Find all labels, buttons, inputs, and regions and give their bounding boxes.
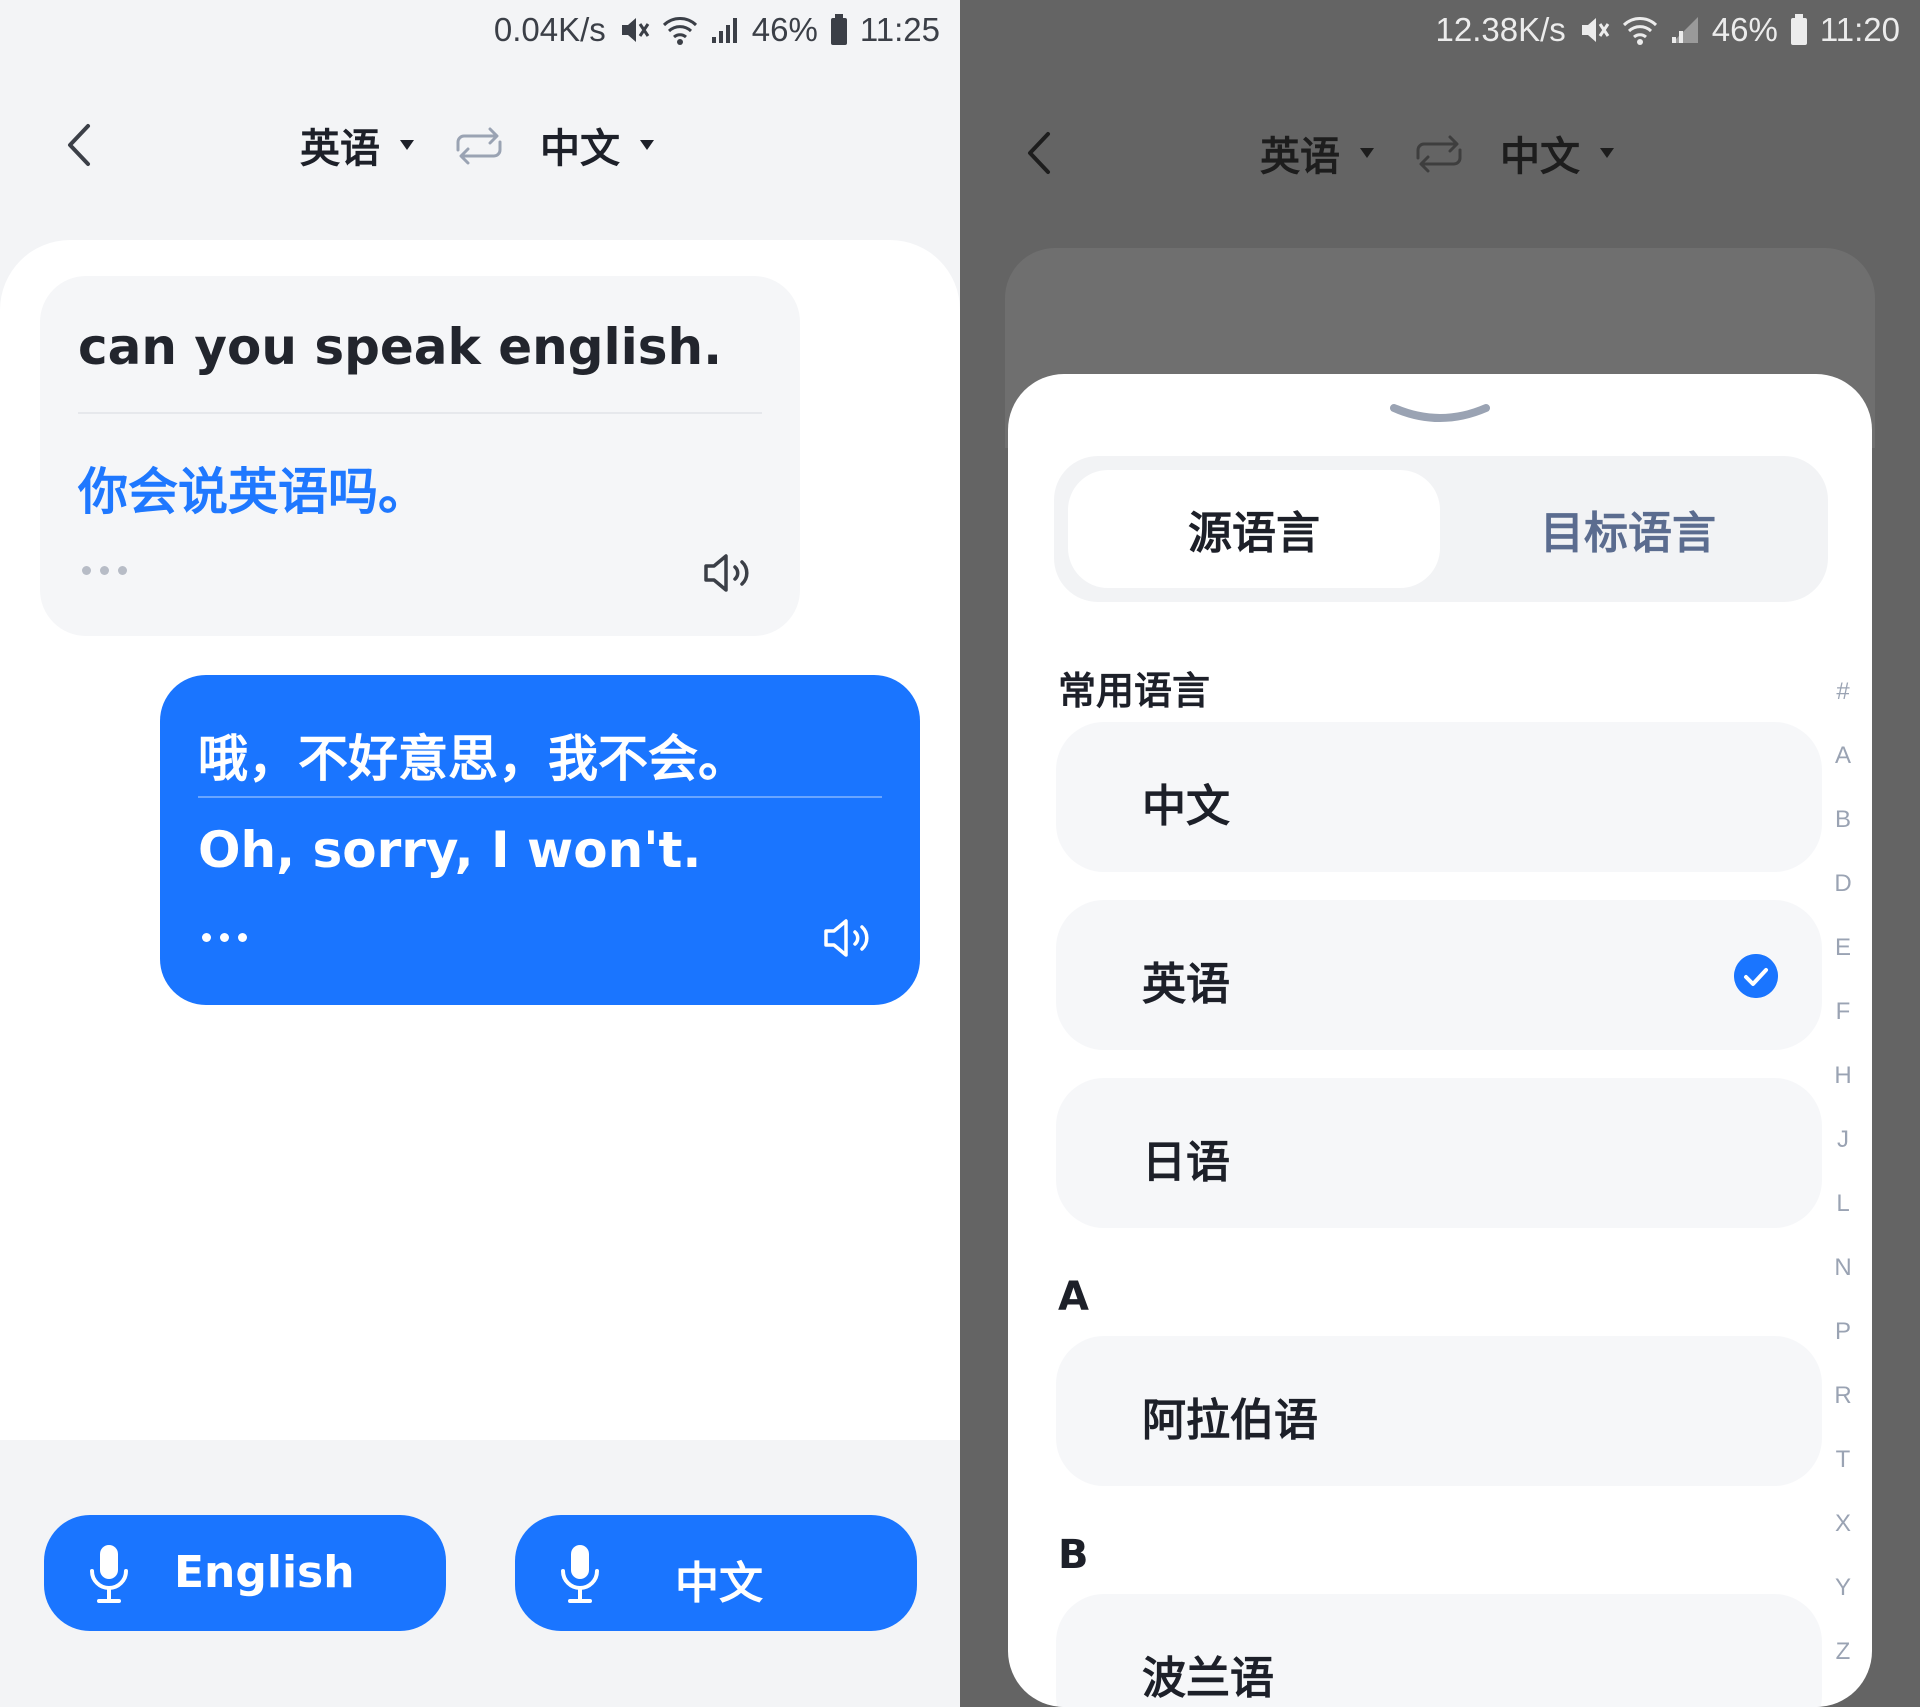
language-item-polish[interactable]: 波兰语 [1056, 1594, 1822, 1707]
back-icon[interactable] [1020, 130, 1060, 176]
wifi-icon [662, 17, 697, 45]
battery-icon [830, 14, 847, 45]
network-speed: 0.04K/s [493, 11, 606, 48]
mic-english-label: English [174, 1547, 355, 1598]
speaker-icon[interactable] [702, 550, 754, 596]
target-language-select[interactable]: 中文 [1500, 124, 1614, 182]
index-letter[interactable]: X [1820, 1510, 1866, 1574]
signal-icon [711, 18, 737, 43]
language-name: 中文 [1142, 781, 1230, 832]
more-options-icon[interactable] [202, 933, 247, 942]
language-name: 阿拉伯语 [1142, 1395, 1318, 1446]
language-item-japanese[interactable]: 日语 [1056, 1078, 1822, 1228]
speaker-icon[interactable] [822, 915, 874, 961]
target-language-label: 中文 [540, 126, 620, 172]
status-bar: 12.38K/s 46% 11:20 [1436, 10, 1900, 50]
tab-source-language[interactable]: 源语言 [1068, 470, 1440, 588]
signal-icon [1671, 17, 1698, 43]
tab-target-language[interactable]: 目标语言 [1442, 470, 1814, 588]
common-languages-heading: 常用语言 [1058, 669, 1211, 713]
checkmark-icon [1734, 954, 1778, 998]
section-letter-b: B [1058, 1532, 1089, 1578]
language-item-arabic[interactable]: 阿拉伯语 [1056, 1336, 1822, 1486]
back-icon[interactable] [60, 122, 100, 168]
message-bubble-incoming[interactable]: can you speak english. 你会说英语吗。 [40, 276, 800, 636]
caret-down-icon [400, 140, 414, 150]
language-header: 英语 中文 [960, 108, 1920, 198]
index-letter[interactable]: # [1820, 678, 1866, 742]
divider [78, 412, 762, 414]
language-type-tabs: 源语言 目标语言 [1054, 456, 1828, 602]
message-translation-text: Oh, sorry, I won't. [198, 821, 702, 879]
index-letter[interactable]: H [1820, 1062, 1866, 1126]
collapse-handle-icon[interactable] [1388, 400, 1492, 430]
source-language-label: 英语 [300, 126, 380, 172]
index-letter[interactable]: P [1820, 1318, 1866, 1382]
swap-icon[interactable] [452, 124, 506, 168]
index-letter[interactable]: N [1820, 1254, 1866, 1318]
mute-icon [1581, 18, 1610, 42]
language-item-english[interactable]: 英语 [1056, 900, 1822, 1050]
language-item-chinese[interactable]: 中文 [1056, 722, 1822, 872]
microphone-icon [561, 1545, 599, 1603]
clock: 11:25 [859, 11, 940, 48]
section-letter-a: A [1058, 1274, 1089, 1320]
target-language-select[interactable]: 中文 [540, 116, 654, 174]
battery-percent: 46% [1711, 11, 1778, 48]
index-letter[interactable]: A [1820, 742, 1866, 806]
index-letter[interactable]: D [1820, 870, 1866, 934]
language-header: 英语 中文 [0, 100, 960, 190]
mic-chinese-label: 中文 [675, 1558, 763, 1609]
network-speed: 12.38K/s [1435, 11, 1566, 48]
source-language-select[interactable]: 英语 [1260, 124, 1374, 182]
message-bubble-outgoing[interactable]: 哦，不好意思，我不会。 Oh, sorry, I won't. [160, 675, 920, 1005]
index-letter[interactable]: E [1820, 934, 1866, 998]
message-translation-text: 你会说英语吗。 [78, 463, 428, 521]
alphabet-index-bar[interactable]: # A B D E F H J L N P R T X Y Z [1820, 678, 1866, 1702]
source-language-select[interactable]: 英语 [300, 116, 414, 174]
source-language-label: 英语 [1260, 134, 1340, 180]
microphone-icon [90, 1545, 128, 1603]
index-letter[interactable]: Y [1820, 1574, 1866, 1638]
swap-icon[interactable] [1412, 132, 1466, 176]
language-name: 波兰语 [1142, 1653, 1274, 1704]
index-letter[interactable]: F [1820, 998, 1866, 1062]
index-letter[interactable]: J [1820, 1126, 1866, 1190]
language-picker-sheet: 源语言 目标语言 常用语言 中文 英语 日语 A 阿拉伯语 B 波兰语 [1008, 374, 1872, 1707]
index-letter[interactable]: R [1820, 1382, 1866, 1446]
mute-icon [621, 18, 650, 42]
message-source-text: 哦，不好意思，我不会。 [198, 730, 748, 788]
translation-screen: 0.04K/s 46% 11:25 英语 中文 can you speak en… [0, 0, 960, 1707]
index-letter[interactable]: B [1820, 806, 1866, 870]
divider [198, 796, 882, 798]
target-language-label: 中文 [1500, 134, 1580, 180]
wifi-icon [1622, 17, 1657, 45]
index-letter[interactable]: L [1820, 1190, 1866, 1254]
message-source-text: can you speak english. [78, 318, 723, 376]
more-options-icon[interactable] [82, 566, 127, 575]
index-letter[interactable]: Z [1820, 1638, 1866, 1702]
clock: 11:20 [1819, 11, 1900, 48]
status-bar: 0.04K/s 46% 11:25 [494, 10, 940, 50]
language-picker-screen: 12.38K/s 46% 11:20 英语 中文 源语言 目标语言 常用语言 中… [960, 0, 1920, 1707]
mic-english-button[interactable]: English [44, 1515, 446, 1631]
language-name: 英语 [1142, 959, 1230, 1010]
mic-chinese-button[interactable]: 中文 [515, 1515, 917, 1631]
index-letter[interactable]: T [1820, 1446, 1866, 1510]
caret-down-icon [1360, 148, 1374, 158]
battery-icon [1790, 14, 1807, 45]
language-name: 日语 [1142, 1137, 1230, 1188]
battery-percent: 46% [751, 11, 818, 48]
caret-down-icon [640, 140, 654, 150]
caret-down-icon [1600, 148, 1614, 158]
